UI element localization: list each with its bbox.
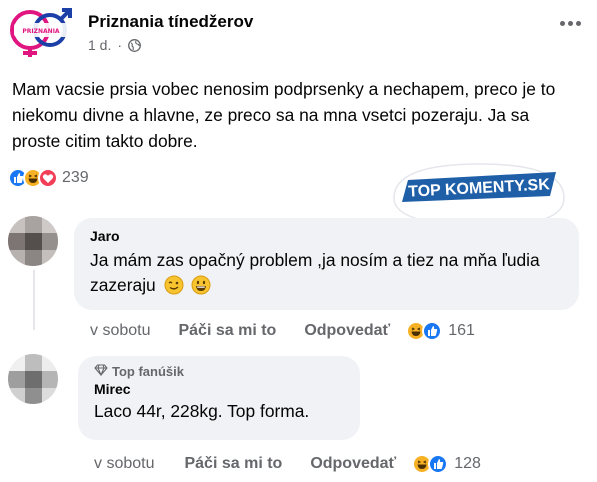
- comment-text-body: Ja mám zas opačný problem ,ja nosím a ti…: [90, 250, 540, 295]
- globe-icon: [128, 38, 141, 52]
- reaction-count: 239: [62, 169, 89, 186]
- post-header: PRIZNANIA Priznania tínedžerov 1 d. ·: [8, 6, 588, 62]
- page-logo[interactable]: PRIZNANIA: [8, 8, 74, 58]
- comment-reactions[interactable]: 128: [412, 454, 481, 474]
- more-options-icon[interactable]: [560, 18, 586, 28]
- badge-label: Top fanúšik: [112, 364, 184, 379]
- post-meta: 1 d. ·: [88, 37, 141, 53]
- reaction-icons: [8, 168, 58, 188]
- comment-bubble: Jaro Ja mám zas opačný problem ,ja nosím…: [74, 218, 579, 310]
- like-button[interactable]: Páči sa mi to: [178, 322, 276, 340]
- comment-reactions[interactable]: 161: [406, 321, 475, 341]
- comment-text: Ja mám zas opačný problem ,ja nosím a ti…: [90, 248, 563, 298]
- svg-text:PRIZNANIA: PRIZNANIA: [22, 28, 60, 35]
- top-fan-badge: Top fanúšik: [94, 364, 344, 379]
- thread-line: [33, 270, 35, 330]
- wink-emoji-icon: [164, 275, 184, 295]
- post-reactions[interactable]: 239: [8, 168, 89, 188]
- reaction-count: 128: [454, 455, 481, 472]
- like-reaction-icon: [428, 454, 449, 474]
- love-reaction-icon: [38, 168, 58, 188]
- post-time[interactable]: 1 d.: [88, 37, 111, 53]
- reply-button[interactable]: Odpovedať: [310, 455, 396, 473]
- like-reaction-icon: [422, 321, 443, 341]
- comment-author[interactable]: Jaro: [90, 228, 563, 244]
- comment-time[interactable]: v sobotu: [90, 322, 150, 340]
- post-text: Mam vacsie prsia vobec nenosim podprsenk…: [12, 79, 556, 151]
- commenter-avatar[interactable]: [8, 354, 58, 404]
- comment-actions: v sobotu Páči sa mi to Odpovedať 161: [90, 321, 475, 341]
- comment-text: Laco 44r, 228kg. Top forma.: [94, 401, 310, 421]
- comment-author[interactable]: Mirec: [94, 381, 344, 397]
- diamond-icon: [94, 364, 108, 379]
- comment-time[interactable]: v sobotu: [94, 455, 154, 473]
- like-button[interactable]: Páči sa mi to: [184, 455, 282, 473]
- page-name[interactable]: Priznania tínedžerov: [88, 12, 253, 32]
- grin-emoji-icon: [191, 275, 211, 295]
- comment-actions: v sobotu Páči sa mi to Odpovedať 128: [94, 454, 481, 474]
- reaction-count: 161: [448, 322, 475, 339]
- reply-button[interactable]: Odpovedať: [304, 322, 390, 340]
- meta-separator: ·: [117, 37, 123, 53]
- commenter-avatar[interactable]: [8, 216, 58, 266]
- comment-bubble: Top fanúšik Mirec Laco 44r, 228kg. Top f…: [78, 356, 360, 440]
